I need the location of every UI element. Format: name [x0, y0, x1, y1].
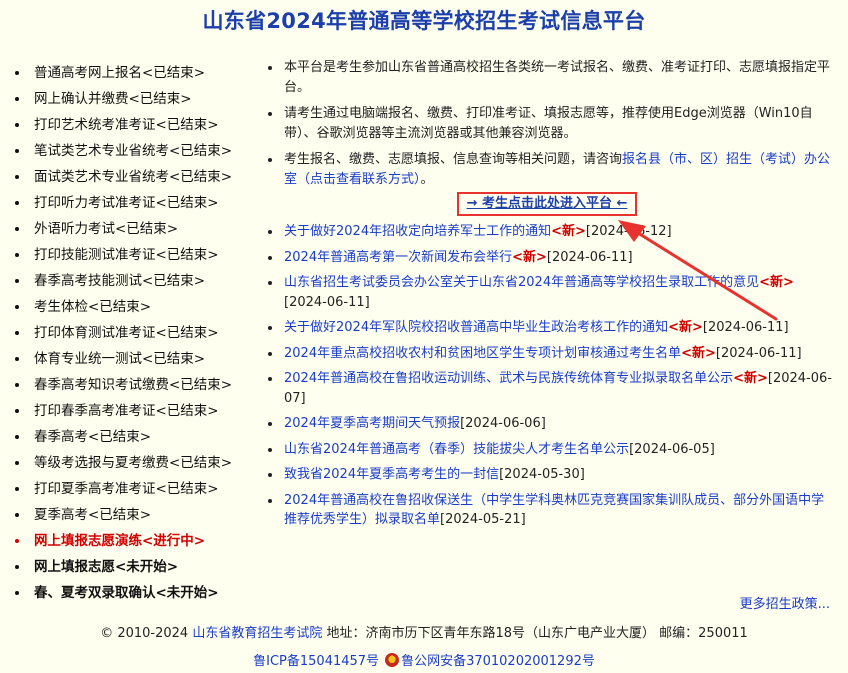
enter-wrap: → 考生点击此处进入平台 ←: [262, 192, 832, 216]
footer-records: 鲁ICP备15041457号 鲁公网安备37010202001292号: [0, 650, 848, 669]
news-date: [2024-06-11]: [715, 345, 802, 361]
nav-item[interactable]: 面试类艺术专业省统考<已结束>: [14, 164, 264, 190]
nav-item[interactable]: 体育专业统一测试<已结束>: [14, 346, 264, 372]
news-date: [2024-06-06]: [460, 416, 546, 431]
news-date: [2024-06-11]: [284, 294, 370, 310]
news-item[interactable]: 山东省2024年普通高考（春季）技能拔尖人才考生名单公示[2024-06-05]: [262, 440, 832, 460]
left-nav: 普通高考网上报名<已结束> 网上确认并缴费<已结束> 打印艺术统考准考证<已结束…: [14, 60, 264, 606]
org-link[interactable]: 山东省教育招生考试院: [192, 626, 322, 641]
news-item[interactable]: 2024年重点高校招收农村和贫困地区学生专项计划审核通过考生名单<新>[2024…: [262, 344, 832, 364]
news-item[interactable]: 关于做好2024年军队院校招收普通高中毕业生政治考核工作的通知<新>[2024-…: [262, 318, 832, 338]
news-title[interactable]: 2024年夏季高考期间天气预报: [284, 416, 460, 431]
intro-item: 考生报名、缴费、志愿填报、信息查询等相关问题，请咨询报名县（市、区）招生（考试）…: [262, 150, 832, 190]
copyright-text: © 2010-2024: [100, 626, 193, 641]
police-record-link[interactable]: 鲁公网安备37010202001292号: [401, 654, 595, 669]
news-title[interactable]: 2024年普通高校在鲁招收运动训练、武术与民族传统体育专业拟录取名单公示: [284, 371, 733, 386]
news-list: 关于做好2024年招收定向培养军士工作的通知<新>[2024-06-12] 20…: [262, 222, 832, 530]
news-date: [2024-05-30]: [499, 467, 585, 482]
intro-text: 。: [420, 172, 434, 187]
main-content: 本平台是考生参加山东省普通高校招生各类统一考试报名、缴费、准考证打印、志愿填报指…: [262, 58, 832, 536]
more-policies-link[interactable]: 更多招生政策...: [740, 593, 830, 612]
intro-text: 考生报名、缴费、志愿填报、信息查询等相关问题，请咨询: [284, 152, 623, 167]
nav-item[interactable]: 春季高考技能测试<已结束>: [14, 268, 264, 294]
nav-item[interactable]: 打印技能测试准考证<已结束>: [14, 242, 264, 268]
intro-list: 本平台是考生参加山东省普通高校招生各类统一考试报名、缴费、准考证打印、志愿填报指…: [262, 58, 832, 190]
nav-item[interactable]: 考生体检<已结束>: [14, 294, 264, 320]
new-badge: <新>: [512, 249, 547, 265]
nav-item[interactable]: 打印春季高考准考证<已结束>: [14, 398, 264, 424]
nav-item[interactable]: 春季高考知识考试缴费<已结束>: [14, 372, 264, 398]
news-item[interactable]: 致我省2024年夏季高考考生的一封信[2024-05-30]: [262, 465, 832, 485]
intro-item: 本平台是考生参加山东省普通高校招生各类统一考试报名、缴费、准考证打印、志愿填报指…: [262, 58, 832, 98]
news-item[interactable]: 2024年普通高校在鲁招收保送生（中学生学科奥林匹克竞赛国家集训队成员、部分外国…: [262, 491, 832, 530]
nav-item-pending[interactable]: 春、夏考双录取确认<未开始>: [14, 580, 264, 606]
new-badge: <新>: [551, 224, 586, 239]
news-title[interactable]: 致我省2024年夏季高考考生的一封信: [284, 467, 499, 482]
news-item[interactable]: 关于做好2024年招收定向培养军士工作的通知<新>[2024-06-12]: [262, 222, 832, 242]
nav-item-active[interactable]: 网上填报志愿演练<进行中>: [14, 528, 264, 554]
enter-platform-button[interactable]: → 考生点击此处进入平台 ←: [456, 192, 638, 216]
nav-item[interactable]: 打印听力考试准考证<已结束>: [14, 190, 264, 216]
nav-item[interactable]: 网上确认并缴费<已结束>: [14, 86, 264, 112]
nav-item[interactable]: 春季高考<已结束>: [14, 424, 264, 450]
new-badge: <新>: [733, 371, 768, 386]
news-item[interactable]: 2024年夏季高考期间天气预报[2024-06-06]: [262, 414, 832, 434]
page-title: 山东省2024年普通高等学校招生考试信息平台: [202, 9, 646, 33]
police-badge-icon: [385, 653, 400, 667]
news-title[interactable]: 关于做好2024年招收定向培养军士工作的通知: [284, 224, 551, 239]
nav-item[interactable]: 夏季高考<已结束>: [14, 502, 264, 528]
address-text: 地址：济南市历下区青年东路18号（山东广电产业大厦） 邮编：250011: [322, 626, 748, 641]
news-date: [2024-06-12]: [585, 224, 672, 239]
news-date: [2024-05-21]: [440, 512, 526, 527]
news-date: [2024-06-11]: [546, 249, 633, 265]
news-title[interactable]: 2024年普通高校在鲁招收保送生（中学生学科奥林匹克竞赛国家集训队成员、部分外国…: [284, 493, 824, 528]
news-title[interactable]: 2024年重点高校招收农村和贫困地区学生专项计划审核通过考生名单: [284, 346, 681, 361]
news-date: [2024-06-11]: [702, 320, 789, 335]
new-badge: <新>: [681, 345, 716, 361]
news-item[interactable]: 山东省招生考试委员会办公室关于山东省2024年普通高等学校招生录取工作的意见<新…: [262, 273, 832, 312]
news-title[interactable]: 山东省2024年普通高考（春季）技能拔尖人才考生名单公示: [284, 442, 629, 457]
news-title[interactable]: 山东省招生考试委员会办公室关于山东省2024年普通高等学校招生录取工作的意见: [284, 275, 759, 290]
footer-info: © 2010-2024 山东省教育招生考试院 地址：济南市历下区青年东路18号（…: [0, 622, 848, 641]
nav-item-pending[interactable]: 网上填报志愿<未开始>: [14, 554, 264, 580]
intro-item: 请考生通过电脑端报名、缴费、打印准考证、填报志愿等，推荐使用Edge浏览器（Wi…: [262, 104, 832, 144]
news-title[interactable]: 2024年普通高考第一次新闻发布会举行: [284, 250, 512, 265]
news-date: [2024-06-05]: [629, 441, 715, 457]
nav-item[interactable]: 外语听力考试<已结束>: [14, 216, 264, 242]
nav-item[interactable]: 等级考选报与夏考缴费<已结束>: [14, 450, 264, 476]
news-item[interactable]: 2024年普通高考第一次新闻发布会举行<新>[2024-06-11]: [262, 248, 832, 268]
news-item[interactable]: 2024年普通高校在鲁招收运动训练、武术与民族传统体育专业拟录取名单公示<新>[…: [262, 369, 832, 408]
nav-item[interactable]: 打印艺术统考准考证<已结束>: [14, 112, 264, 138]
nav-item[interactable]: 笔试类艺术专业省统考<已结束>: [14, 138, 264, 164]
nav-item[interactable]: 打印夏季高考准考证<已结束>: [14, 476, 264, 502]
news-title[interactable]: 关于做好2024年军队院校招收普通高中毕业生政治考核工作的通知: [284, 320, 668, 335]
new-badge: <新>: [668, 320, 703, 335]
nav-item[interactable]: 普通高考网上报名<已结束>: [14, 60, 264, 86]
icp-link[interactable]: 鲁ICP备15041457号: [253, 654, 379, 669]
new-badge: <新>: [759, 275, 794, 290]
nav-item[interactable]: 打印体育测试准考证<已结束>: [14, 320, 264, 346]
